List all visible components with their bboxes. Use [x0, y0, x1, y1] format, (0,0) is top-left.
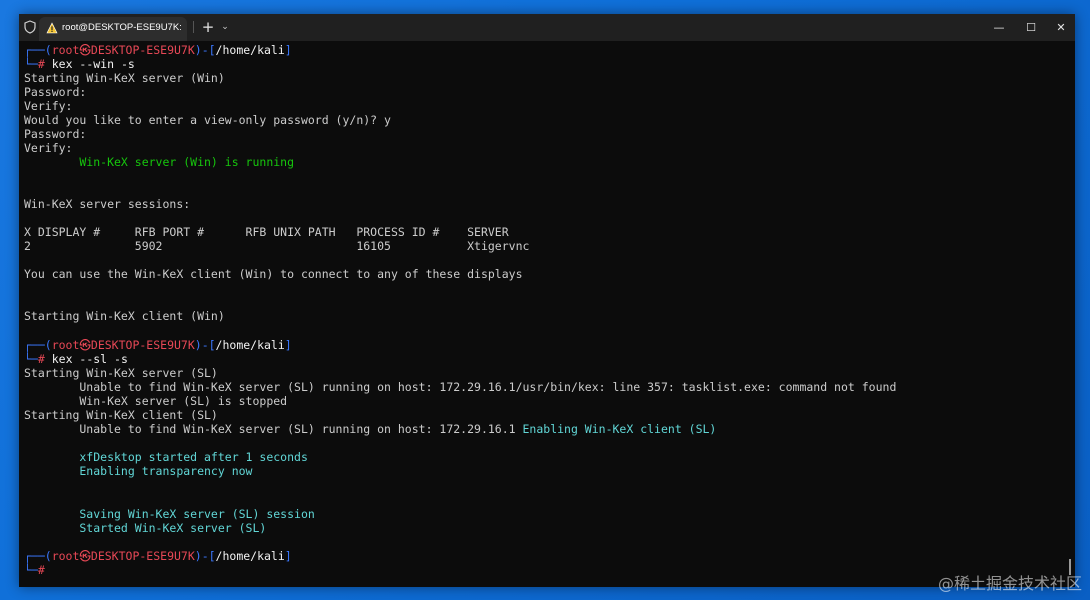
prompt-box-top: ┌──( [24, 549, 52, 563]
kali-warning-icon [46, 22, 58, 34]
command-line[interactable]: └─# [24, 563, 45, 577]
prompt-user: root [51, 43, 80, 57]
output-line: Win-KeX server (SL) is stopped [24, 394, 288, 408]
prompt-line-top: ┌──(root㉿DESKTOP-ESE9U7K)-[/home/kali] [24, 338, 292, 352]
status-line: Saving Win-KeX server (SL) session [24, 507, 315, 521]
output-line: Starting Win-KeX client (SL) [24, 408, 218, 422]
output-line: Starting Win-KeX client (Win) [24, 309, 225, 323]
command-line: └─# kex --win -s [24, 57, 135, 71]
status-line: Started Win-KeX server (SL) [24, 521, 267, 535]
maximize-button[interactable]: ☐ [1016, 14, 1046, 41]
tab-terminal[interactable]: root@DESKTOP-ESE9U7K: /ho [39, 17, 187, 41]
prompt-mid: )-[ [194, 549, 216, 563]
prompt-close: ] [284, 43, 292, 57]
close-button[interactable]: ✕ [1046, 14, 1075, 41]
output-text: Unable to find Win-KeX server (SL) runni… [24, 422, 523, 436]
output-line: Starting Win-KeX server (Win) [24, 71, 225, 85]
terminal-output[interactable]: ┌──(root㉿DESKTOP-ESE9U7K)-[/home/kali] └… [19, 41, 1075, 587]
prompt-path: /home/kali [215, 549, 285, 563]
prompt-line-top: ┌──(root㉿DESKTOP-ESE9U7K)-[/home/kali] [24, 549, 292, 563]
prompt-close: ] [284, 549, 292, 563]
output-line: Starting Win-KeX server (SL) [24, 366, 218, 380]
prompt-mid: )-[ [194, 43, 216, 57]
prompt-hash: # [37, 352, 45, 366]
status-line: Enabling transparency now [24, 464, 253, 478]
prompt-user: root [51, 338, 80, 352]
output-line: Verify: [24, 141, 73, 155]
output-line: Would you like to enter a view-only pass… [24, 113, 391, 127]
status-enabling-client: Enabling Win-KeX client (SL) [522, 422, 717, 436]
prompt-box-top: ┌──( [24, 338, 52, 352]
status-line: xfDesktop started after 1 seconds [24, 450, 308, 464]
prompt-host: DESKTOP-ESE9U7K [90, 549, 195, 563]
terminal-window: root@DESKTOP-ESE9U7K: /ho + ⌄ — ☐ ✕ ┌──(… [19, 14, 1075, 587]
output-line: Password: [24, 85, 87, 99]
sessions-row: 2 5902 16105 Xtigervnc [24, 239, 530, 253]
minimize-button[interactable]: — [984, 14, 1014, 41]
prompt-box-bottom: └─ [24, 563, 38, 577]
prompt-path: /home/kali [215, 43, 285, 57]
prompt-close: ] [284, 338, 292, 352]
prompt-box-bottom: └─ [24, 352, 38, 366]
output-line: Unable to find Win-KeX server (SL) runni… [24, 422, 716, 436]
prompt-host: DESKTOP-ESE9U7K [90, 338, 195, 352]
command-text: kex --win -s [44, 57, 135, 71]
new-tab-button[interactable]: + [199, 17, 217, 37]
sessions-header: X DISPLAY # RFB PORT # RFB UNIX PATH PRO… [24, 225, 509, 239]
tab-separator [193, 21, 194, 33]
output-line: Verify: [24, 99, 73, 113]
title-bar: root@DESKTOP-ESE9U7K: /ho + ⌄ — ☐ ✕ [19, 14, 1075, 41]
prompt-path: /home/kali [215, 338, 285, 352]
prompt-hash: # [37, 57, 45, 71]
prompt-box-top: ┌──( [24, 43, 52, 57]
status-running: Win-KeX server (Win) is running [24, 155, 295, 169]
prompt-mid: )-[ [194, 338, 216, 352]
command-line: └─# kex --sl -s [24, 352, 128, 366]
prompt-at: ㉿ [79, 338, 91, 352]
command-text: kex --sl -s [44, 352, 128, 366]
shield-icon [24, 20, 36, 34]
prompt-at: ㉿ [79, 549, 91, 563]
prompt-at: ㉿ [79, 43, 91, 57]
prompt-hash: # [37, 563, 45, 577]
output-line: Unable to find Win-KeX server (SL) runni… [24, 380, 897, 394]
output-line: You can use the Win-KeX client (Win) to … [24, 267, 523, 281]
tab-title: root@DESKTOP-ESE9U7K: /ho [62, 22, 184, 33]
prompt-host: DESKTOP-ESE9U7K [90, 43, 195, 57]
prompt-box-bottom: └─ [24, 57, 38, 71]
watermark: @稀土掘金技术社区 [937, 574, 1082, 593]
prompt-user: root [51, 549, 80, 563]
output-line: Password: [24, 127, 87, 141]
output-line: Win-KeX server sessions: [24, 197, 191, 211]
chevron-down-icon[interactable]: ⌄ [219, 19, 231, 35]
prompt-line-top: ┌──(root㉿DESKTOP-ESE9U7K)-[/home/kali] [24, 43, 292, 57]
